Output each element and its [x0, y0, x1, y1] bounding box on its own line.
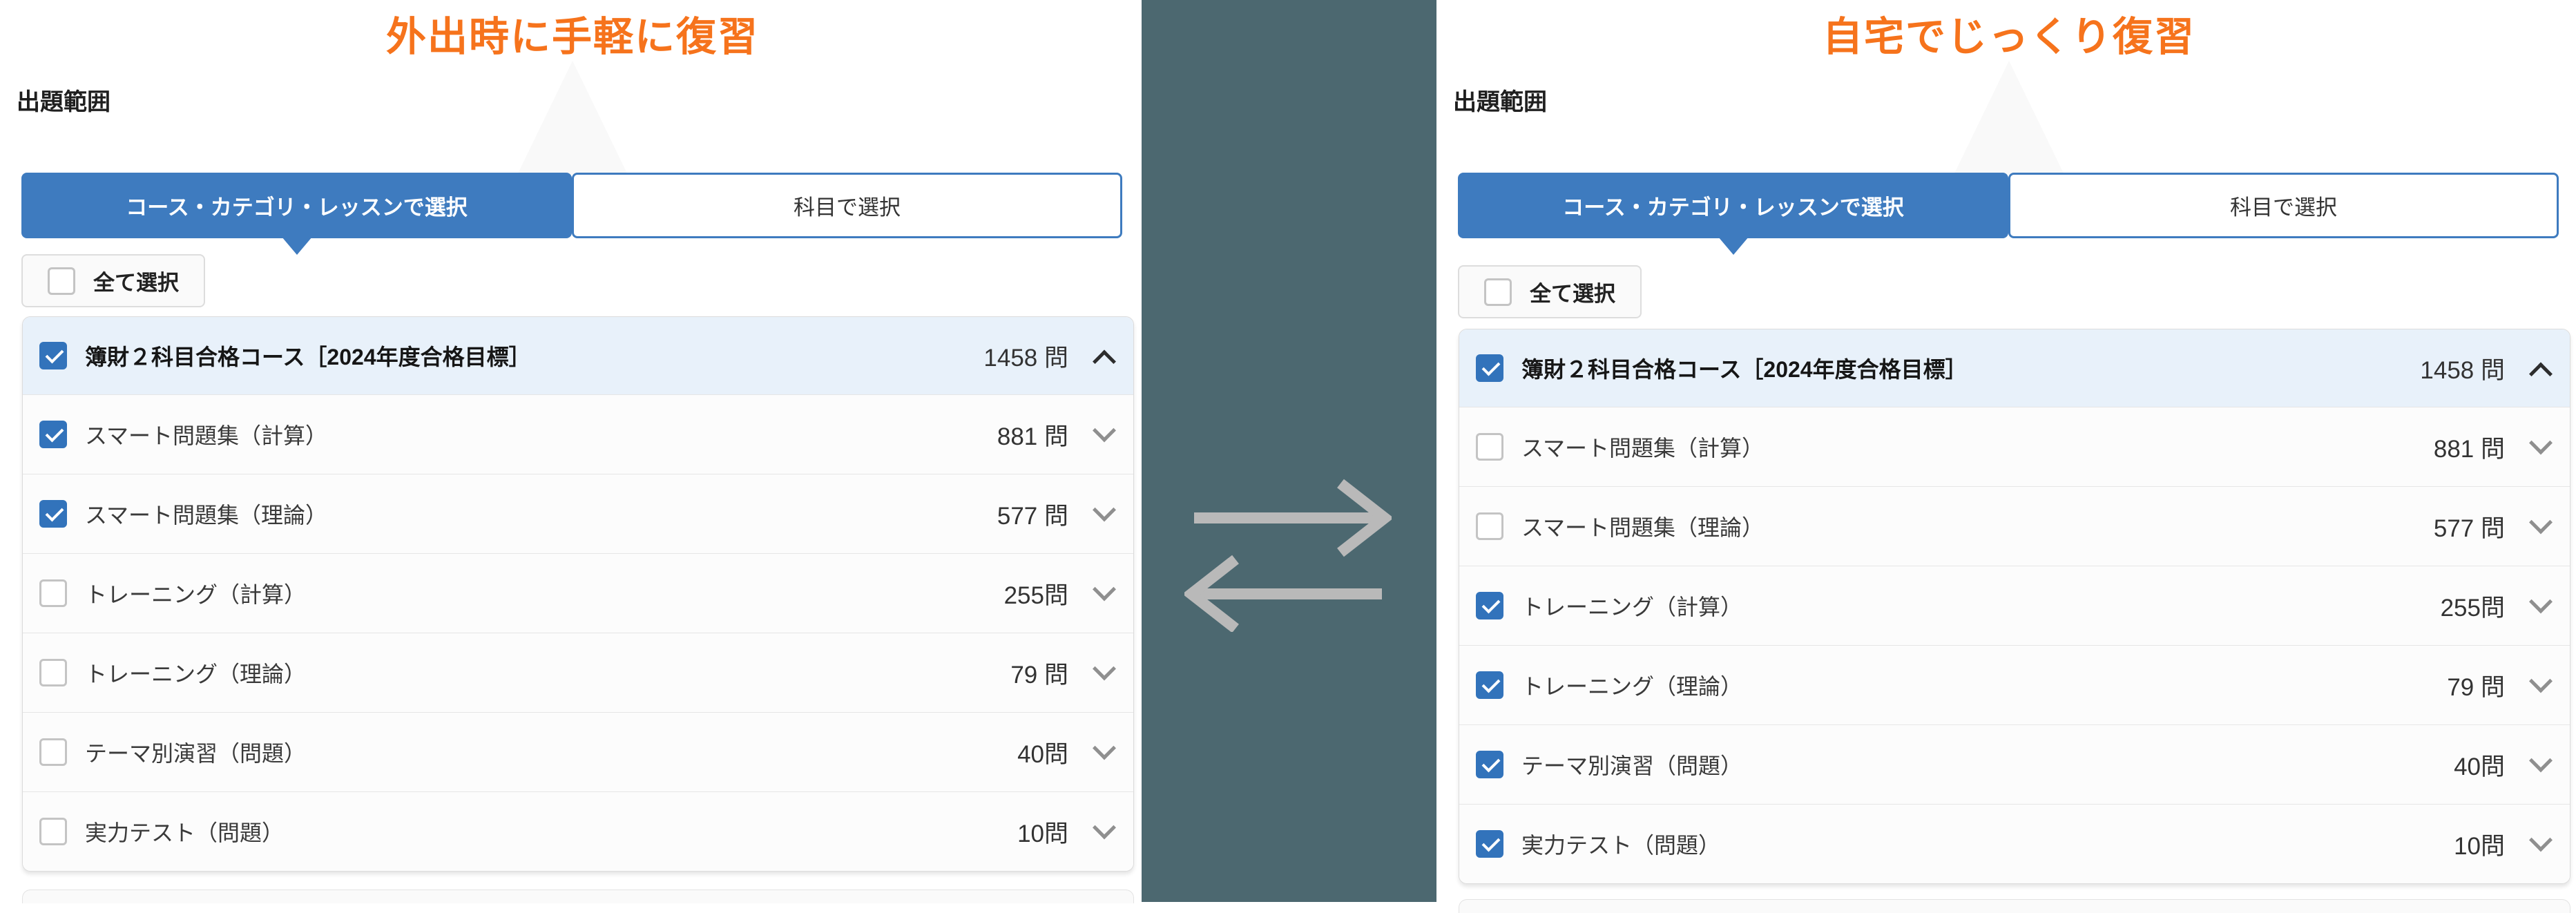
- select-all-button[interactable]: 全て選択: [1458, 265, 1642, 318]
- list-item-theme-exercise[interactable]: テーマ別演習（問題） 40問: [23, 712, 1133, 791]
- row-checkbox[interactable]: [39, 818, 67, 845]
- list-item-training-theory[interactable]: トレーニング（理論） 79 問: [1459, 645, 2570, 724]
- row-checkbox[interactable]: [1476, 751, 1503, 778]
- section-title: 出題範囲: [17, 83, 110, 117]
- chevron-down-icon[interactable]: [1093, 577, 1116, 601]
- tab-select-by-subject[interactable]: 科目で選択: [2008, 173, 2559, 238]
- swap-arrows-icon: [1184, 452, 1392, 632]
- chevron-down-icon[interactable]: [1093, 419, 1116, 442]
- list-item-smart-calc[interactable]: スマート問題集（計算） 881 問: [1459, 407, 2570, 486]
- tab-bar: コース・カテゴリ・レッスンで選択 科目で選択: [21, 173, 1122, 238]
- next-section-peek: [22, 890, 1134, 903]
- chevron-down-icon[interactable]: [1093, 736, 1116, 760]
- list-item-smart-calc[interactable]: スマート問題集（計算） 881 問: [23, 394, 1133, 474]
- tab-select-by-course[interactable]: コース・カテゴリ・レッスンで選択: [21, 173, 572, 238]
- list-item-course[interactable]: 簿財２科目合格コース［2024年度合格目標］ 1458 問: [23, 317, 1133, 394]
- list-item-theme-exercise[interactable]: テーマ別演習（問題） 40問: [1459, 724, 2570, 804]
- left-panel: 外出時に手軽に復習 出題範囲 コース・カテゴリ・レッスンで選択 科目で選択 全て…: [0, 0, 1142, 902]
- chevron-down-icon[interactable]: [1093, 498, 1116, 521]
- next-section-peek: [1459, 899, 2570, 913]
- row-checkbox[interactable]: [1476, 354, 1503, 382]
- list-item-smart-theory[interactable]: スマート問題集（理論） 577 問: [23, 474, 1133, 553]
- watermark-triangle-icon: [1954, 61, 2064, 175]
- select-all-label: 全て選択: [1530, 276, 1615, 307]
- list-item-course[interactable]: 簿財２科目合格コース［2024年度合格目標］ 1458 問: [1459, 329, 2570, 407]
- chevron-down-icon[interactable]: [1093, 657, 1116, 680]
- panel-divider: [1142, 0, 1436, 902]
- list-item-ability-test[interactable]: 実力テスト（問題） 10問: [1459, 804, 2570, 883]
- chevron-down-icon[interactable]: [2529, 749, 2553, 772]
- select-all-checkbox[interactable]: [48, 267, 75, 295]
- question-scope-list: 簿財２科目合格コース［2024年度合格目標］ 1458 問 スマート問題集（計算…: [1459, 329, 2570, 884]
- select-all-checkbox[interactable]: [1484, 278, 1512, 306]
- list-item-training-calc[interactable]: トレーニング（計算） 255問: [1459, 566, 2570, 645]
- tab-select-by-course[interactable]: コース・カテゴリ・レッスンで選択: [1458, 173, 2008, 238]
- tab-select-by-subject[interactable]: 科目で選択: [572, 173, 1122, 238]
- list-item-smart-theory[interactable]: スマート問題集（理論） 577 問: [1459, 486, 2570, 566]
- panel-headline: 外出時に手軽に復習: [17, 4, 1128, 62]
- list-item-training-calc[interactable]: トレーニング（計算） 255問: [23, 553, 1133, 633]
- row-checkbox[interactable]: [1476, 671, 1503, 699]
- chevron-up-icon[interactable]: [2529, 363, 2553, 386]
- watermark-triangle-icon: [517, 61, 628, 175]
- chevron-down-icon[interactable]: [2529, 590, 2553, 613]
- chevron-down-icon[interactable]: [1093, 816, 1116, 839]
- chevron-down-icon[interactable]: [2529, 510, 2553, 534]
- section-title: 出題範囲: [1453, 83, 1547, 117]
- row-checkbox[interactable]: [1476, 512, 1503, 540]
- active-tab-pointer-icon: [282, 237, 312, 255]
- select-all-label: 全て選択: [93, 265, 179, 296]
- tab-bar: コース・カテゴリ・レッスンで選択 科目で選択: [1458, 173, 2559, 238]
- chevron-up-icon[interactable]: [1093, 350, 1116, 374]
- list-item-training-theory[interactable]: トレーニング（理論） 79 問: [23, 633, 1133, 712]
- right-panel: 自宅でじっくり復習 出題範囲 コース・カテゴリ・レッスンで選択 科目で選択 全て…: [1436, 0, 2576, 902]
- list-item-ability-test[interactable]: 実力テスト（問題） 10問: [23, 791, 1133, 871]
- row-checkbox[interactable]: [39, 342, 67, 369]
- chevron-down-icon[interactable]: [2529, 431, 2553, 454]
- chevron-down-icon[interactable]: [2529, 669, 2553, 693]
- question-scope-list: 簿財２科目合格コース［2024年度合格目標］ 1458 問 スマート問題集（計算…: [22, 316, 1134, 872]
- active-tab-pointer-icon: [1718, 237, 1749, 255]
- row-checkbox[interactable]: [1476, 830, 1503, 858]
- chevron-down-icon[interactable]: [2529, 828, 2553, 852]
- row-checkbox[interactable]: [39, 500, 67, 528]
- row-checkbox[interactable]: [1476, 592, 1503, 619]
- row-checkbox[interactable]: [39, 738, 67, 766]
- row-checkbox[interactable]: [1476, 433, 1503, 461]
- panel-headline: 自宅でじっくり復習: [1453, 4, 2565, 62]
- select-all-button[interactable]: 全て選択: [21, 254, 205, 307]
- row-checkbox[interactable]: [39, 659, 67, 686]
- row-checkbox[interactable]: [39, 579, 67, 607]
- row-checkbox[interactable]: [39, 421, 67, 448]
